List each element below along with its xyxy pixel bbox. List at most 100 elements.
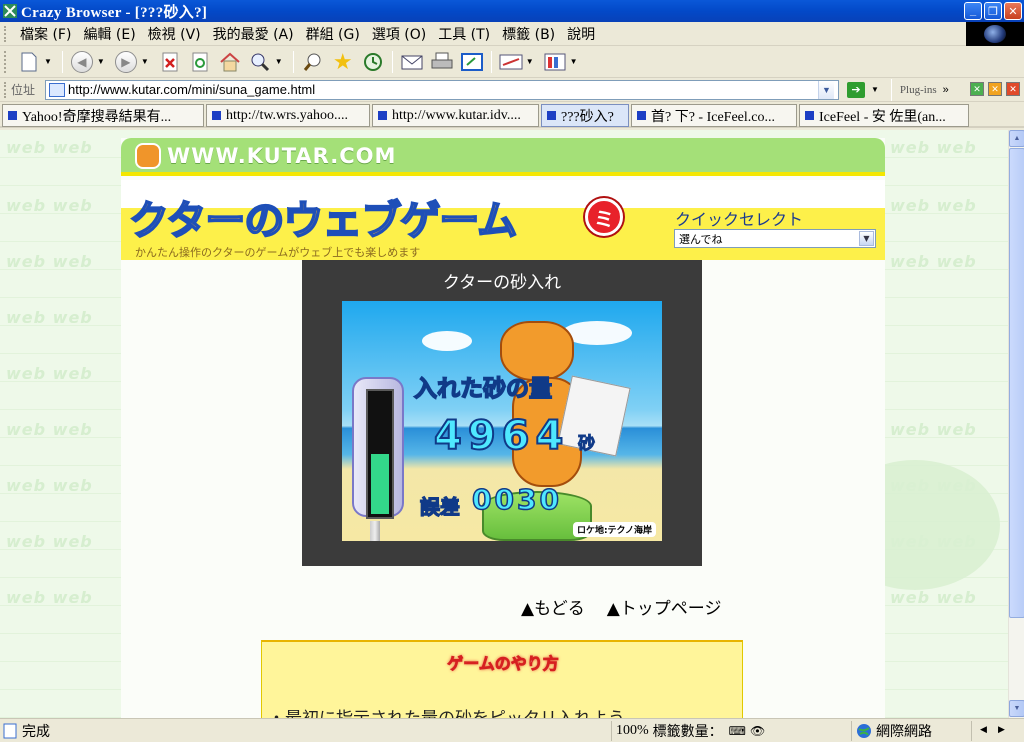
tab-icon [805, 111, 814, 120]
minimize-button[interactable]: _ [964, 2, 982, 20]
go-button[interactable]: ➔ [847, 81, 865, 98]
menu-edit[interactable]: 編輯 (E) [77, 24, 141, 44]
status-bar: 完成 100% 標籤數量： ⌨ 👁 網際網路 ◀ ▶ [0, 718, 1024, 742]
tab-suna-game[interactable]: ???砂入? [541, 104, 629, 127]
game-title: クターの砂入れ [442, 273, 562, 293]
zoom-level[interactable]: 100% [616, 723, 649, 739]
chevron-right-icon[interactable]: » [943, 84, 949, 96]
tab-icon [547, 111, 556, 120]
chevron-down-icon[interactable]: ▼ [526, 57, 534, 66]
banner-subtitle: かんたん操作のクターのゲームがウェブ上でも楽しめます [135, 246, 421, 259]
chevron-down-icon[interactable]: ▼ [44, 57, 52, 66]
tab-icon [8, 111, 17, 120]
vertical-scrollbar[interactable]: ▲ ▼ [1008, 130, 1024, 718]
tab-close-icon[interactable]: ✕ [970, 82, 984, 96]
refresh-icon[interactable] [188, 50, 212, 74]
tab-yahoo-wrs[interactable]: http://tw.wrs.yahoo.... [206, 104, 370, 127]
site-name[interactable]: WWW.KUTAR.COM [167, 144, 396, 168]
tab-label: http://tw.wrs.yahoo.... [226, 107, 348, 123]
game-frame: クターの砂入れ 入れた砂の量 4964 砂 誤差 0030 ロケ地:テクノ海岸 [302, 260, 702, 566]
address-label: 位址 [11, 83, 36, 97]
tab-icon [378, 111, 387, 120]
location-label: ロケ地:テクノ海岸 [572, 522, 656, 537]
sand-gauge [352, 377, 404, 519]
quick-select-dropdown[interactable]: 選んでね ▼ [674, 229, 876, 248]
favorites-star-icon[interactable]: ★ [331, 49, 355, 74]
back-link[interactable]: ▲もどる [521, 594, 585, 619]
chevron-down-icon[interactable]: ▼ [818, 80, 834, 99]
forward-button[interactable]: ▶ [114, 50, 138, 74]
menu-favorites[interactable]: 我的最愛 (A) [207, 24, 300, 44]
menu-help[interactable]: 說明 [561, 24, 601, 44]
fullscreen-icon[interactable] [460, 50, 484, 74]
status-next-icon[interactable]: ▶ [998, 724, 1005, 735]
close-button[interactable]: ✕ [1004, 2, 1022, 20]
search-icon[interactable] [301, 50, 325, 74]
howto-box: ゲームのやり方 ・最初に指示された量の砂をピッタリ入れよう [261, 640, 743, 718]
chevron-down-icon[interactable]: ▼ [275, 57, 283, 66]
tab-icefeel-an[interactable]: IceFeel - 安 佐里(an... [799, 104, 969, 127]
internet-globe-icon [857, 724, 871, 738]
tab-label: 首? 下? - IceFeel.co... [651, 109, 775, 125]
globe-logo-icon [984, 25, 1006, 43]
page-done-icon [3, 723, 17, 739]
tab-count-icon[interactable]: ⌨ [729, 724, 746, 739]
home-icon[interactable] [218, 50, 242, 74]
plugins-label[interactable]: Plug-ins [900, 84, 937, 96]
restore-button[interactable]: ❐ [984, 2, 1002, 20]
banner-badge: ミ [585, 198, 623, 236]
page-viewport: web web web web web web web web web web … [0, 130, 1008, 718]
tab-label: http://www.kutar.idv.... [392, 107, 521, 123]
game-canvas[interactable]: 入れた砂の量 4964 砂 誤差 0030 ロケ地:テクノ海岸 [342, 301, 662, 541]
zoom-icon[interactable] [248, 50, 272, 74]
menu-options[interactable]: 選項 (O) [366, 24, 432, 44]
howto-title: ゲームのやり方 [447, 654, 559, 674]
app-icon [3, 4, 17, 18]
stop-icon[interactable] [158, 50, 182, 74]
top-page-link[interactable]: ▲トップページ [607, 594, 722, 619]
chevron-down-icon[interactable]: ▼ [570, 57, 578, 66]
howto-text: ・最初に指示された量の砂をピッタリ入れよう [268, 704, 625, 718]
menu-tabs[interactable]: 標籤 (B) [496, 24, 561, 44]
column-view-icon[interactable] [543, 50, 567, 74]
chevron-down-icon[interactable]: ▼ [141, 57, 149, 66]
scroll-up-icon[interactable]: ▲ [1009, 130, 1024, 147]
status-prev-icon[interactable]: ◀ [980, 724, 987, 735]
scrollbar-thumb[interactable] [1009, 148, 1024, 618]
chevron-down-icon[interactable]: ▼ [859, 231, 874, 246]
menu-view[interactable]: 檢視 (V) [142, 24, 207, 44]
tab-close-all-icon[interactable]: ✕ [1006, 82, 1020, 96]
address-field[interactable]: ▼ [45, 79, 839, 100]
tab-yahoo[interactable]: Yahoo!奇摩搜尋結果有... [2, 104, 204, 127]
tab-label: Yahoo!奇摩搜尋結果有... [22, 109, 172, 125]
menu-groups[interactable]: 群組 (G) [300, 24, 366, 44]
amount-value: 4964 [433, 412, 570, 460]
edit-page-icon[interactable] [499, 50, 523, 74]
amount-label: 入れた砂の量 [413, 375, 553, 403]
new-page-icon[interactable] [17, 50, 41, 74]
chevron-down-icon[interactable]: ▼ [97, 57, 105, 66]
mail-icon[interactable] [400, 50, 424, 74]
back-arrow-icon: ◀ [70, 50, 93, 73]
toolbar-grip[interactable] [4, 25, 8, 42]
window-title: Crazy Browser - [???砂入?] [21, 4, 208, 21]
address-input[interactable] [68, 82, 818, 97]
toolbar-grip[interactable] [4, 81, 8, 98]
chevron-down-icon[interactable]: ▼ [871, 85, 879, 94]
quick-select-label: クイックセレクト [675, 210, 804, 229]
print-icon[interactable] [430, 50, 454, 74]
tab-bar: Yahoo!奇摩搜尋結果有... http://tw.wrs.yahoo....… [0, 102, 1024, 128]
eye-icon[interactable]: 👁 [750, 724, 765, 739]
error-value: 0030 [471, 482, 562, 517]
back-button[interactable]: ◀ [70, 50, 94, 74]
history-icon[interactable] [361, 50, 385, 74]
tab-close-others-icon[interactable]: ✕ [988, 82, 1002, 96]
tab-kutar-idv[interactable]: http://www.kutar.idv.... [372, 104, 539, 127]
gauge-fill [371, 454, 389, 514]
menu-file[interactable]: 檔案 (F) [14, 24, 77, 44]
site-header: WWW.KUTAR.COM [121, 138, 885, 176]
toolbar-grip[interactable] [4, 50, 8, 73]
scroll-down-icon[interactable]: ▼ [1009, 700, 1024, 717]
tab-icefeel-home[interactable]: 首? 下? - IceFeel.co... [631, 104, 797, 127]
menu-tools[interactable]: 工具 (T) [432, 24, 496, 44]
